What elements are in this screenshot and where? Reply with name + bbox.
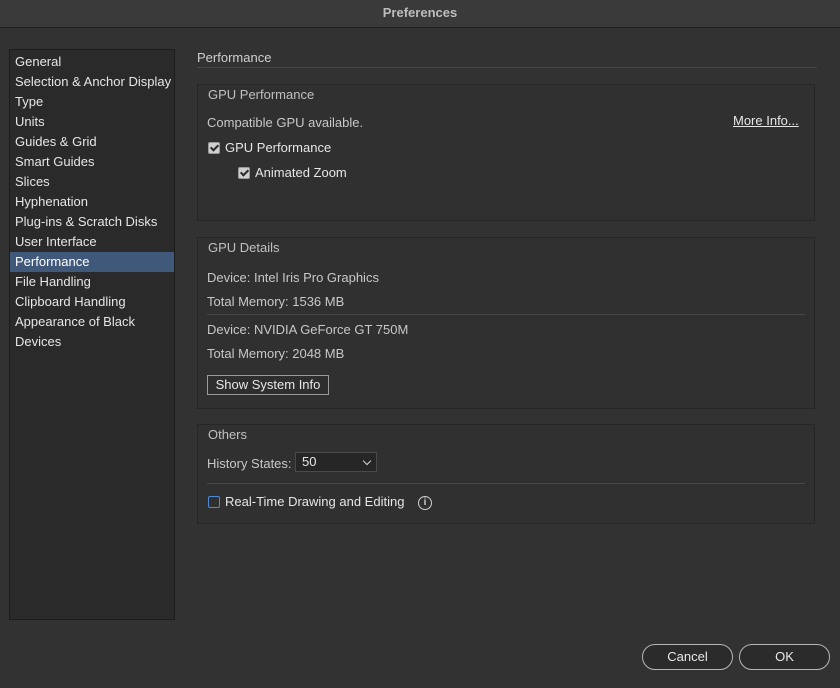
sidebar-item-type[interactable]: Type	[10, 92, 174, 112]
more-info-link[interactable]: More Info...	[733, 113, 799, 128]
realtime-drawing-label: Real-Time Drawing and Editing	[225, 494, 405, 509]
gpu-details-title: GPU Details	[208, 240, 280, 255]
others-title: Others	[208, 427, 248, 442]
chevron-down-icon	[362, 456, 372, 466]
device-name: Device: NVIDIA GeForce GT 750M	[207, 322, 409, 337]
device-memory: Total Memory: 2048 MB	[207, 346, 345, 361]
show-system-info-button[interactable]: Show System Info	[207, 375, 329, 395]
cancel-button[interactable]: Cancel	[642, 644, 733, 670]
sidebar-item-performance[interactable]: Performance	[10, 252, 174, 272]
page-title: Performance	[197, 49, 817, 68]
sidebar-item-appearance-of-black[interactable]: Appearance of Black	[10, 312, 174, 332]
others-divider	[207, 483, 805, 484]
device-divider	[207, 314, 805, 315]
ok-button[interactable]: OK	[739, 644, 830, 670]
sidebar-item-plugins-scratch-disks[interactable]: Plug-ins & Scratch Disks	[10, 212, 174, 232]
device-memory: Total Memory: 1536 MB	[207, 294, 345, 309]
animated-zoom-checkbox[interactable]	[238, 167, 250, 179]
window-title: Preferences	[0, 0, 840, 28]
gpu-performance-title: GPU Performance	[208, 87, 315, 102]
preferences-sidebar: General Selection & Anchor Display Type …	[9, 49, 175, 620]
gpu-details-panel: GPU Details Device: Intel Iris Pro Graph…	[197, 237, 815, 409]
gpu-performance-panel: GPU Performance Compatible GPU available…	[197, 84, 815, 221]
sidebar-item-devices[interactable]: Devices	[10, 332, 174, 352]
animated-zoom-label: Animated Zoom	[255, 165, 347, 180]
realtime-drawing-checkbox[interactable]	[208, 496, 220, 508]
device-name: Device: Intel Iris Pro Graphics	[207, 270, 379, 285]
sidebar-item-hyphenation[interactable]: Hyphenation	[10, 192, 174, 212]
gpu-performance-label: GPU Performance	[225, 140, 332, 155]
sidebar-item-selection-anchor-display[interactable]: Selection & Anchor Display	[10, 72, 174, 92]
info-icon[interactable]: i	[418, 496, 432, 510]
others-panel: Others History States: 50 Real-Time Draw…	[197, 424, 815, 524]
history-states-select[interactable]: 50	[295, 452, 377, 472]
sidebar-item-slices[interactable]: Slices	[10, 172, 174, 192]
history-states-value: 50	[302, 454, 317, 469]
sidebar-item-units[interactable]: Units	[10, 112, 174, 132]
sidebar-item-file-handling[interactable]: File Handling	[10, 272, 174, 292]
sidebar-item-clipboard-handling[interactable]: Clipboard Handling	[10, 292, 174, 312]
history-states-label: History States:	[207, 456, 292, 471]
gpu-performance-checkbox[interactable]	[208, 142, 220, 154]
sidebar-item-smart-guides[interactable]: Smart Guides	[10, 152, 174, 172]
gpu-status-text: Compatible GPU available.	[207, 115, 364, 130]
sidebar-item-guides-grid[interactable]: Guides & Grid	[10, 132, 174, 152]
sidebar-item-user-interface[interactable]: User Interface	[10, 232, 174, 252]
sidebar-item-general[interactable]: General	[10, 52, 174, 72]
content-header: Performance	[197, 49, 817, 68]
